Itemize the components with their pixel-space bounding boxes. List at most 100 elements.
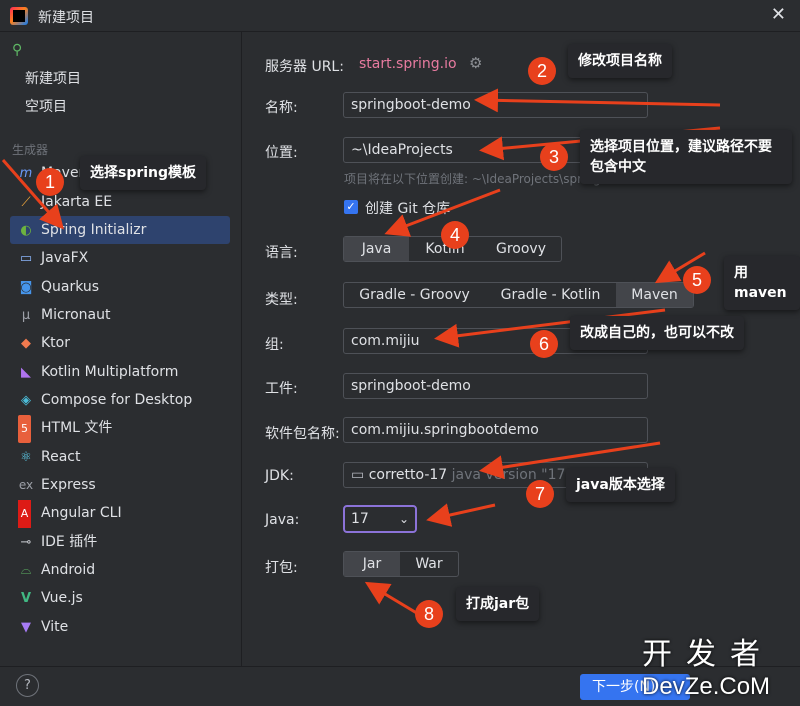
title-bar: 新建项目 ✕ <box>0 0 800 32</box>
type-label: 类型: <box>265 292 298 308</box>
type-option-maven[interactable]: Maven <box>616 283 693 307</box>
generator-ktor[interactable]: ◆ Ktor <box>10 329 230 357</box>
artifact-field[interactable]: springboot-demo <box>343 373 648 399</box>
generator-label: Android <box>41 562 96 578</box>
java-version-label: Java: <box>265 512 300 528</box>
generator-label: Quarkus <box>41 279 100 295</box>
generator-vite[interactable]: ▼ Vite <box>10 613 230 641</box>
type-selector: Gradle - Groovy Gradle - Kotlin Maven <box>343 282 694 308</box>
generator-label: Spring Initializr <box>41 222 147 238</box>
language-selector: Java Kotlin Groovy <box>343 236 562 262</box>
type-option-gradle-groovy[interactable]: Gradle - Groovy <box>344 283 485 307</box>
type-option-gradle-kotlin[interactable]: Gradle - Kotlin <box>485 283 616 307</box>
git-checkbox-label: 创建 Git 仓库 <box>365 201 451 217</box>
generator-spring-initializr[interactable]: ◐ Spring Initializr <box>10 216 230 244</box>
generator-maven-archetype[interactable]: m Maven Archetype <box>10 159 230 187</box>
java-version-select[interactable]: 17 ⌄ <box>343 505 417 533</box>
search-icon[interactable]: ⚲ <box>12 42 22 58</box>
sidebar-item-new-project[interactable]: 新建项目 <box>25 68 81 88</box>
server-url-label: 服务器 URL: <box>265 59 344 75</box>
generator-label: Micronaut <box>41 307 111 323</box>
sidebar-item-empty-project[interactable]: 空项目 <box>25 96 67 116</box>
generator-express[interactable]: ex Express <box>10 471 230 499</box>
ktor-icon: ◆ <box>21 336 31 351</box>
generator-ide-plugin[interactable]: ⊸ IDE 插件 <box>10 528 230 556</box>
location-hint: 项目将在以下位置创建: ~\IdeaProjects\springboot-de… <box>344 172 666 186</box>
packaging-label: 打包: <box>265 560 298 576</box>
generator-compose-desktop[interactable]: ◈ Compose for Desktop <box>10 386 230 414</box>
package-name-label: 软件包名称: <box>265 426 340 442</box>
chevron-down-icon: ⌄ <box>398 512 409 526</box>
packaging-selector: Jar War <box>343 551 459 577</box>
generator-html-file[interactable]: 5 HTML 文件 <box>10 414 230 443</box>
server-url-link[interactable]: start.spring.io <box>359 56 457 72</box>
generator-label: Compose for Desktop <box>41 392 193 408</box>
jdk-select[interactable]: ▭ corretto-17 java version "17.0.9" <box>343 462 648 488</box>
git-checkbox[interactable]: ✓ <box>344 200 358 214</box>
generator-label: Express <box>41 477 96 493</box>
language-option-groovy[interactable]: Groovy <box>481 237 561 261</box>
javafx-icon: ▭ <box>19 251 33 266</box>
html5-icon: 5 <box>18 415 31 443</box>
generator-jakarta-ee[interactable]: ⟋ Jakarta EE <box>10 188 230 216</box>
generator-label: Vite <box>41 619 69 635</box>
spring-icon: ◐ <box>20 223 32 238</box>
vite-icon: ▼ <box>21 620 31 635</box>
generator-android[interactable]: ⌓ Android <box>10 556 230 584</box>
group-label: 组: <box>265 337 284 353</box>
intellij-logo-icon <box>10 7 28 25</box>
generator-react[interactable]: ⚛ React <box>10 443 230 471</box>
dialog-footer: ? 下一步(N) <box>0 666 800 706</box>
packaging-option-war[interactable]: War <box>400 552 458 576</box>
close-icon[interactable]: ✕ <box>771 4 786 25</box>
maven-icon: m <box>19 166 33 181</box>
location-field[interactable]: ~\IdeaProjects <box>343 137 648 163</box>
group-field[interactable]: com.mijiu <box>343 328 648 354</box>
generator-angular-cli[interactable]: A Angular CLI <box>10 499 230 528</box>
gear-icon[interactable]: ⚙ <box>469 54 482 72</box>
micronaut-icon: μ <box>21 308 31 323</box>
generator-label: React <box>41 449 81 465</box>
generator-label: Kotlin Multiplatform <box>41 364 179 380</box>
language-option-java[interactable]: Java <box>344 237 409 261</box>
java-version-value: 17 <box>351 511 369 527</box>
jdk-value: corretto-17 <box>368 467 448 483</box>
packaging-option-jar[interactable]: Jar <box>344 552 400 576</box>
generator-vuejs[interactable]: V Vue.js <box>10 584 230 612</box>
generator-label: IDE 插件 <box>41 534 98 550</box>
window-title: 新建项目 <box>38 10 94 26</box>
next-button[interactable]: 下一步(N) <box>580 674 690 700</box>
generator-javafx[interactable]: ▭ JavaFX <box>10 244 230 272</box>
jakarta-icon: ⟋ <box>21 195 31 210</box>
jdk-version: java version "17.0.9" <box>451 467 599 483</box>
compose-icon: ◈ <box>21 393 31 408</box>
angular-icon: A <box>18 500 31 528</box>
generator-kotlin-multiplatform[interactable]: ◣ Kotlin Multiplatform <box>10 358 230 386</box>
express-icon: ex <box>18 478 34 492</box>
plugin-icon: ⊸ <box>20 535 32 550</box>
location-label: 位置: <box>265 145 298 161</box>
android-icon: ⌓ <box>20 563 32 578</box>
generator-micronaut[interactable]: μ Micronaut <box>10 301 230 329</box>
folder-icon: ▭ <box>351 467 365 483</box>
sidebar: ⚲ 新建项目 空项目 生成器 m Maven Archetype ⟋ Jakarta… <box>0 32 242 666</box>
vue-icon: V <box>20 591 32 606</box>
generator-label: Maven Archetype <box>41 165 164 181</box>
generator-label: Vue.js <box>41 590 83 606</box>
jdk-label: JDK: <box>265 468 294 484</box>
generators-section-label: 生成器 <box>12 143 49 157</box>
generator-label: Angular CLI <box>41 505 122 521</box>
name-label: 名称: <box>265 100 298 116</box>
help-button[interactable]: ? <box>16 674 39 697</box>
generator-label: JavaFX <box>41 250 89 266</box>
project-form: 服务器 URL: start.spring.io ⚙ 名称: springboo… <box>243 32 800 666</box>
kotlin-icon: ◣ <box>21 365 31 380</box>
package-name-field[interactable]: com.mijiu.springbootdemo <box>343 417 648 443</box>
generator-label: Ktor <box>41 335 70 351</box>
language-option-kotlin[interactable]: Kotlin <box>409 237 481 261</box>
name-field[interactable]: springboot-demo <box>343 92 648 118</box>
generator-label: HTML 文件 <box>41 420 113 436</box>
generator-quarkus[interactable]: ◙ Quarkus <box>10 273 230 301</box>
artifact-label: 工件: <box>265 381 298 397</box>
generator-label: Jakarta EE <box>41 194 113 210</box>
